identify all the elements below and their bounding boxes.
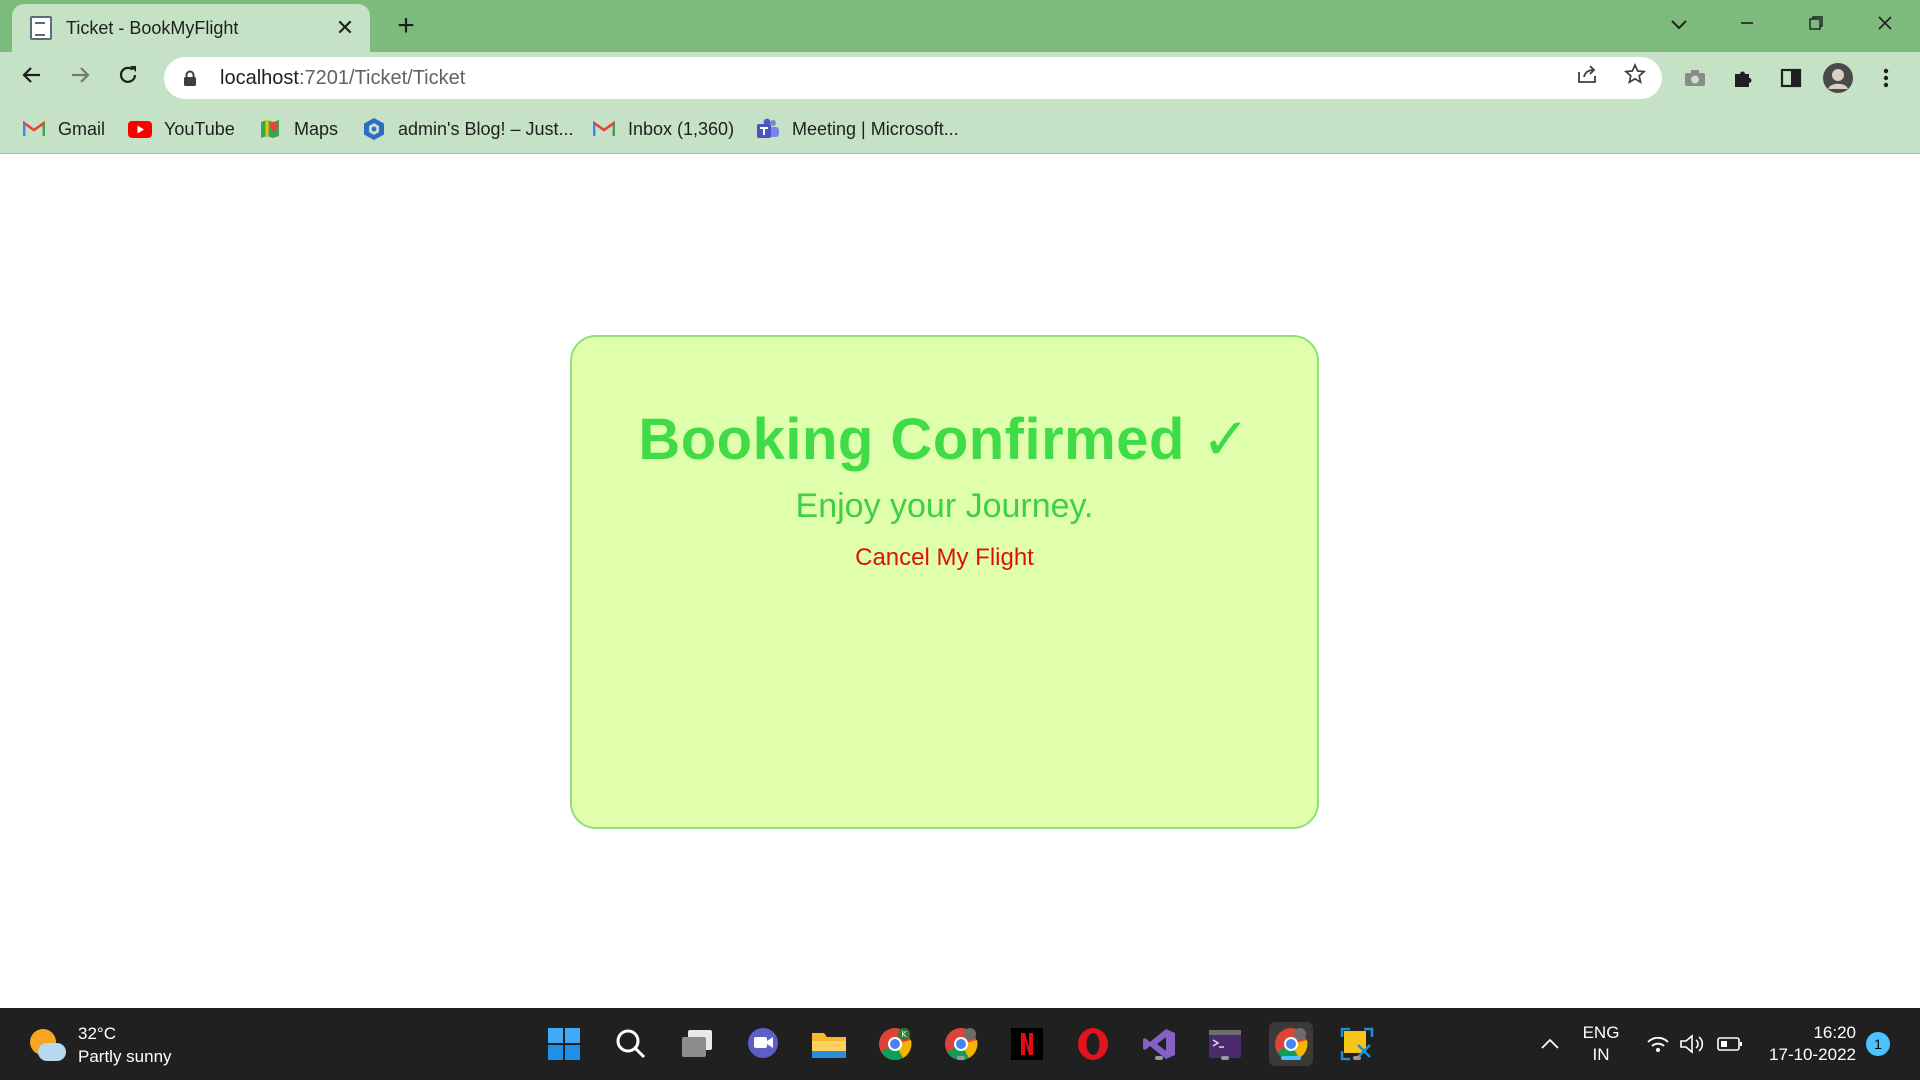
weather-condition: Partly sunny: [78, 1047, 172, 1066]
language-code: ENG: [1582, 1023, 1620, 1042]
bookmarks-bar: Gmail YouTube Maps admin's Blog! – Just.…: [0, 104, 1920, 154]
bookmark-label: Maps: [294, 118, 339, 139]
profile-avatar-icon[interactable]: [1822, 62, 1854, 94]
opera-icon[interactable]: [1071, 1022, 1115, 1066]
minimize-button[interactable]: [1727, 6, 1767, 42]
chrome-profile-icon[interactable]: [939, 1022, 983, 1066]
language-indicator[interactable]: ENG IN: [1578, 1022, 1624, 1066]
bookmark-label: admin's Blog! – Just...: [398, 118, 574, 139]
clock-date: 17-10-2022: [1769, 1045, 1856, 1064]
teams-chat-icon[interactable]: [741, 1022, 785, 1066]
chrome-active-icon[interactable]: [1269, 1022, 1313, 1066]
url-host: localhost: [220, 66, 299, 89]
clock-time: 16:20: [1813, 1023, 1856, 1042]
blog-icon: [362, 118, 386, 140]
gmail-icon: [22, 118, 46, 140]
running-indicator: [957, 1056, 965, 1060]
forward-button[interactable]: [62, 60, 98, 96]
enjoy-journey-subheading: Enjoy your Journey.: [795, 487, 1094, 525]
bookmark-teams-meeting[interactable]: Meeting | Microsoft...: [756, 116, 959, 142]
task-view-icon[interactable]: [675, 1022, 719, 1066]
title-bar: Ticket - BookMyFlight ✕ +: [0, 0, 1920, 52]
restore-button[interactable]: [1796, 6, 1836, 42]
running-indicator: [1221, 1056, 1229, 1060]
bookmark-label: Gmail: [58, 118, 106, 139]
cancel-flight-link[interactable]: Cancel My Flight: [855, 544, 1034, 572]
extensions-puzzle-icon[interactable]: [1727, 62, 1759, 94]
lock-icon[interactable]: [180, 68, 200, 88]
terminal-icon[interactable]: [1203, 1022, 1247, 1066]
netflix-icon[interactable]: [1005, 1022, 1049, 1066]
bookmark-maps[interactable]: Maps: [258, 116, 338, 142]
battery-icon[interactable]: [1708, 1022, 1752, 1066]
weather-temperature: 32°C: [78, 1024, 116, 1043]
visual-studio-icon[interactable]: [1137, 1022, 1181, 1066]
bookmark-label: Meeting | Microsoft...: [792, 118, 959, 139]
new-tab-button[interactable]: +: [390, 10, 422, 42]
partly-sunny-icon: [28, 1027, 66, 1063]
bookmark-label: Inbox (1,360): [628, 118, 735, 139]
clock[interactable]: 16:20 17-10-2022: [1760, 1022, 1856, 1066]
weather-widget[interactable]: 32°C Partly sunny: [28, 1022, 172, 1068]
svg-text:K: K: [901, 1030, 907, 1039]
bookmark-admins-blog[interactable]: admin's Blog! – Just...: [362, 116, 574, 142]
snipping-tool-icon[interactable]: [1335, 1022, 1379, 1066]
maps-icon: [258, 118, 282, 140]
region-code: IN: [1592, 1045, 1610, 1064]
browser-menu-icon[interactable]: [1870, 62, 1902, 94]
camera-extension-icon[interactable]: [1679, 62, 1711, 94]
file-explorer-icon[interactable]: [807, 1022, 851, 1066]
running-indicator: [1353, 1056, 1361, 1060]
reload-button[interactable]: [110, 60, 146, 96]
bookmark-star-icon[interactable]: [1619, 62, 1651, 94]
bookmark-youtube[interactable]: YouTube: [128, 116, 235, 142]
gmail-icon: [592, 118, 616, 140]
back-button[interactable]: [14, 60, 50, 96]
booking-confirmation-card: Booking Confirmed ✓ Enjoy your Journey. …: [570, 335, 1319, 829]
tab-close-button[interactable]: ✕: [334, 15, 356, 41]
bookmark-gmail[interactable]: Gmail: [22, 116, 105, 142]
show-hidden-icons-chevron-icon[interactable]: [1528, 1022, 1572, 1066]
bookmark-inbox[interactable]: Inbox (1,360): [592, 116, 734, 142]
share-icon[interactable]: [1571, 62, 1603, 94]
notification-badge[interactable]: 1: [1866, 1032, 1890, 1056]
windows-taskbar: 32°C Partly sunny K ENG IN 16:20 17-10-2…: [0, 1008, 1920, 1080]
bookmark-label: YouTube: [164, 118, 235, 139]
address-bar[interactable]: localhost:7201/Ticket/Ticket: [164, 57, 1662, 99]
running-indicator: [1155, 1056, 1163, 1060]
tab-search-chevron-icon[interactable]: [1659, 6, 1699, 42]
side-panel-icon[interactable]: [1775, 62, 1807, 94]
chrome-profile-k-icon[interactable]: K: [873, 1022, 917, 1066]
booking-confirmed-heading: Booking Confirmed ✓: [638, 407, 1251, 472]
browser-tab[interactable]: Ticket - BookMyFlight ✕: [12, 4, 370, 52]
tab-title: Ticket - BookMyFlight: [66, 17, 239, 38]
teams-icon: [756, 118, 780, 140]
url-path: :7201/Ticket/Ticket: [298, 66, 466, 89]
youtube-icon: [128, 118, 152, 140]
search-icon[interactable]: [609, 1022, 653, 1066]
windows-start-icon[interactable]: [542, 1022, 586, 1066]
page-favicon-icon: [30, 16, 52, 40]
close-window-button[interactable]: [1865, 6, 1905, 42]
active-indicator: [1281, 1056, 1301, 1060]
